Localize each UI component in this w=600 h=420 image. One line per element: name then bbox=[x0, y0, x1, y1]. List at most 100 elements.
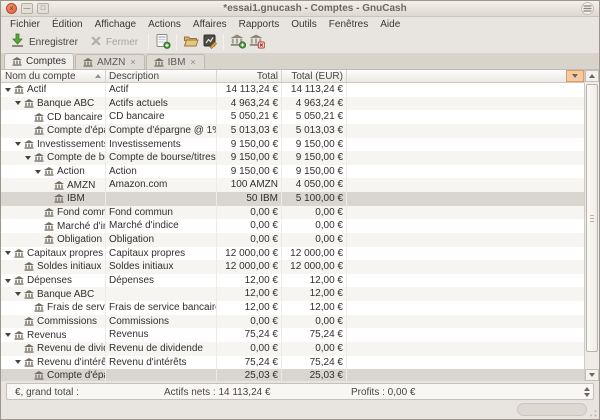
menu-item-affichage[interactable]: Affichage bbox=[89, 19, 143, 30]
menu-item-actions[interactable]: Actions bbox=[142, 19, 187, 30]
account-description: Frais de service bancaire de la bbox=[105, 301, 216, 315]
account-row-revenus[interactable]: RevenusRevenus75,24 €75,24 € bbox=[1, 328, 584, 342]
toolbar-separator bbox=[223, 34, 224, 50]
account-name-cell: CD bancaire bbox=[1, 110, 105, 124]
menu-item-edition[interactable]: Édition bbox=[46, 19, 89, 30]
account-row-revenu-de-dividende[interactable]: Revenu de dividendeRevenu de dividende0,… bbox=[1, 342, 584, 356]
scroll-up-button[interactable] bbox=[585, 70, 599, 82]
row-filler bbox=[346, 97, 584, 111]
minimize-window-icon[interactable]: — bbox=[21, 3, 33, 14]
account-row-depenses[interactable]: DépensesDépenses12,00 €12,00 € bbox=[1, 274, 584, 288]
maximize-window-icon[interactable]: □ bbox=[37, 3, 49, 14]
account-name-cell: Compte d'épargne bbox=[1, 124, 105, 138]
new-account-icon bbox=[230, 33, 246, 52]
account-description: Compte de bourse/titres bbox=[105, 151, 216, 165]
account-row-commissions[interactable]: CommissionsCommissions0,00 €0,00 € bbox=[1, 315, 584, 329]
account-row-fond-commun[interactable]: Fond communFond commun0,00 €0,00 € bbox=[1, 206, 584, 220]
row-filler bbox=[346, 165, 584, 179]
account-row-obligation[interactable]: ObligationObligation0,00 €0,00 € bbox=[1, 233, 584, 247]
row-filler bbox=[346, 315, 584, 329]
menu-item-fichier[interactable]: Fichier bbox=[4, 19, 46, 30]
scrollbar-thumb[interactable] bbox=[586, 84, 598, 352]
expander-icon[interactable] bbox=[5, 333, 11, 337]
toolbar-separator bbox=[176, 34, 177, 50]
scroll-down-button[interactable] bbox=[585, 369, 599, 381]
expander-icon[interactable] bbox=[15, 292, 21, 296]
row-filler bbox=[346, 124, 584, 138]
account-total: 12,00 € bbox=[216, 274, 281, 288]
tab-close-icon[interactable]: × bbox=[189, 58, 196, 67]
menu-item-fenetres[interactable]: Fenêtres bbox=[323, 19, 374, 30]
column-options-button[interactable] bbox=[566, 70, 584, 82]
menu-item-affaires[interactable]: Affaires bbox=[187, 19, 233, 30]
account-name-cell: Dépenses bbox=[1, 274, 105, 288]
row-filler bbox=[346, 110, 584, 124]
account-row-soldes-initiaux[interactable]: Soldes initiauxSoldes initiaux12 000,00 … bbox=[1, 260, 584, 274]
resize-grip-icon[interactable] bbox=[589, 409, 597, 417]
account-row-revenu-d-interets[interactable]: Revenu d'intérêtsRevenu d'intérêts75,24 … bbox=[1, 356, 584, 370]
account-name: Dépenses bbox=[27, 275, 72, 286]
tab-ibm[interactable]: IBM× bbox=[146, 54, 205, 69]
expander-icon[interactable] bbox=[15, 142, 21, 146]
expander-icon[interactable] bbox=[15, 101, 21, 105]
close-window-icon[interactable]: × bbox=[6, 3, 17, 14]
tab-close-icon[interactable]: × bbox=[129, 58, 136, 67]
account-total-eur: 4 963,24 € bbox=[281, 97, 346, 111]
account-name-cell: Capitaux propres bbox=[1, 247, 105, 261]
expander-icon[interactable] bbox=[5, 279, 11, 283]
column-header-description[interactable]: Description bbox=[105, 70, 216, 82]
account-name-cell: AMZN bbox=[1, 178, 105, 192]
menu-item-outils[interactable]: Outils bbox=[285, 19, 323, 30]
vertical-scrollbar[interactable] bbox=[584, 70, 599, 381]
account-name: Commissions bbox=[37, 316, 97, 327]
account-row-capitaux-propres[interactable]: Capitaux propresCapitaux propres12 000,0… bbox=[1, 247, 584, 261]
summary-spinner[interactable] bbox=[584, 387, 590, 397]
account-name-cell: Investissements bbox=[1, 138, 105, 152]
account-row-actif[interactable]: ActifActif14 113,24 €14 113,24 € bbox=[1, 83, 584, 97]
account-row-compte-d-epargne[interactable]: Compte d'épargneCompte d'épargne @ 1%5 0… bbox=[1, 124, 584, 138]
account-row-cd-bancaire[interactable]: CD bancaireCD bancaire5 050,21 €5 050,21… bbox=[1, 110, 584, 124]
account-description: Soldes initiaux bbox=[105, 260, 216, 274]
expander-slot bbox=[3, 333, 13, 337]
save-button[interactable]: Enregistrer bbox=[5, 33, 83, 52]
expander-icon[interactable] bbox=[35, 170, 41, 174]
account-row-banque-abc[interactable]: Banque ABC12,00 €12,00 € bbox=[1, 287, 584, 301]
account-row-amzn[interactable]: AMZNAmazon.com100 AMZN4 050,00 € bbox=[1, 178, 584, 192]
menu-item-aide[interactable]: Aide bbox=[374, 19, 406, 30]
new-register-button[interactable] bbox=[154, 33, 171, 52]
account-row-banque-abc[interactable]: Banque ABCActifs actuels4 963,24 €4 963,… bbox=[1, 97, 584, 111]
account-total: 50 IBM bbox=[216, 192, 281, 206]
account-total: 12,00 € bbox=[216, 287, 281, 301]
account-row-marche-d-indice[interactable]: Marché d'indiceMarché d'indice0,00 €0,00… bbox=[1, 219, 584, 233]
column-header-total-eur[interactable]: Total (EUR) bbox=[281, 70, 346, 82]
column-header-total[interactable]: Total bbox=[216, 70, 281, 82]
scrollbar-track[interactable] bbox=[585, 82, 599, 369]
window-title: *essai1.gnucash - Comptes - GnuCash bbox=[53, 3, 577, 14]
account-name-cell: Compte d'épargne bbox=[1, 369, 105, 381]
account-name: Compte de bourse/ bbox=[47, 152, 105, 163]
expander-icon[interactable] bbox=[25, 156, 31, 160]
account-row-ibm[interactable]: IBM50 IBM5 100,00 € bbox=[1, 192, 584, 206]
edit-account-button[interactable] bbox=[201, 33, 218, 52]
delete-account-button[interactable] bbox=[248, 33, 265, 52]
close-label: Fermer bbox=[106, 37, 138, 48]
account-row-investissements[interactable]: InvestissementsInvestissements9 150,00 €… bbox=[1, 138, 584, 152]
open-account-button[interactable] bbox=[182, 33, 199, 52]
expander-icon[interactable] bbox=[15, 360, 21, 364]
close-page-button[interactable]: Fermer bbox=[85, 33, 143, 52]
account-name-cell: Frais de service ba bbox=[1, 301, 105, 315]
expander-icon[interactable] bbox=[5, 88, 11, 92]
expander-icon[interactable] bbox=[5, 251, 11, 255]
window-menu-icon[interactable] bbox=[581, 2, 594, 15]
account-row-action[interactable]: ActionAction9 150,00 €9 150,00 € bbox=[1, 165, 584, 179]
account-total: 12 000,00 € bbox=[216, 260, 281, 274]
account-row-frais-de-service-ba[interactable]: Frais de service baFrais de service banc… bbox=[1, 301, 584, 315]
account-row-compte-de-bourse[interactable]: Compte de bourse/Compte de bourse/titres… bbox=[1, 151, 584, 165]
column-header-name[interactable]: Nom du compte bbox=[1, 70, 105, 82]
account-description: Compte d'épargne @ 1% bbox=[105, 124, 216, 138]
menu-item-rapports[interactable]: Rapports bbox=[233, 19, 286, 30]
tab-amzn[interactable]: AMZN× bbox=[75, 54, 145, 69]
new-account-button[interactable] bbox=[229, 33, 246, 52]
tab-comptes[interactable]: Comptes bbox=[4, 53, 74, 69]
account-row-compte-d-epargne[interactable]: Compte d'épargne25,03 €25,03 € bbox=[1, 369, 584, 381]
